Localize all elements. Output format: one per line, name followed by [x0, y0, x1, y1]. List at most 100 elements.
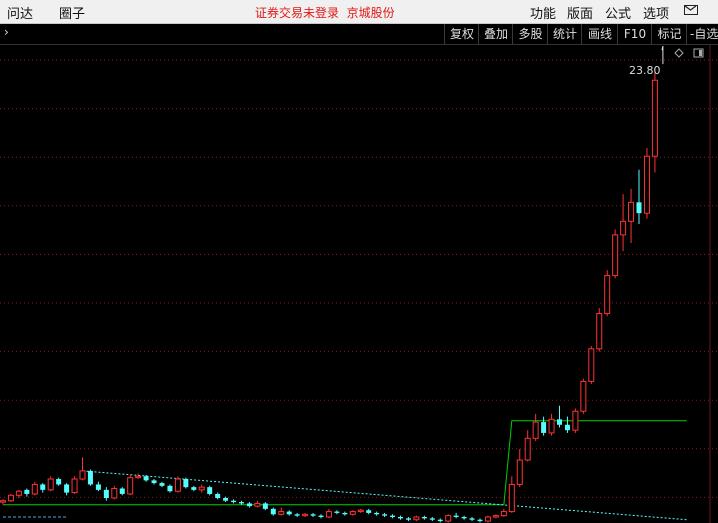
candle-body — [516, 459, 523, 485]
candle-body — [310, 514, 316, 516]
candle-body — [64, 484, 70, 493]
candle-body — [254, 502, 261, 507]
candle-body — [628, 201, 635, 222]
candle-body — [239, 502, 244, 504]
candle-body — [270, 508, 276, 515]
candle-body — [47, 478, 54, 491]
candle-body — [286, 511, 292, 515]
candle-body — [191, 487, 197, 490]
mail-icon[interactable] — [684, 5, 698, 15]
menu-item-function[interactable]: 功能 — [530, 3, 556, 22]
toolbar-button-overlay[interactable]: 叠加 — [478, 24, 513, 44]
candle-body — [532, 421, 539, 439]
stock-name: 京城股份 — [346, 6, 395, 20]
candle-body — [596, 313, 603, 350]
toolbar-button-draw-line[interactable]: 画线 — [581, 24, 618, 44]
candle-body — [24, 489, 30, 494]
chart-canvas[interactable] — [0, 45, 718, 523]
candle-body — [302, 513, 309, 517]
candle-body — [231, 500, 237, 503]
menu-bar: 问达 圈子 证券交易未登录 京城股份 功能 版面 公式 选项 — [0, 0, 718, 24]
candle-body — [429, 518, 435, 520]
candle-body — [484, 516, 491, 522]
toolbar-button-multi-stock[interactable]: 多股 — [512, 24, 548, 44]
candle-body — [15, 490, 22, 496]
candle-body — [492, 515, 499, 518]
candle-body — [246, 503, 252, 507]
candle-body — [325, 511, 332, 518]
candle-body — [477, 519, 483, 522]
candle-body — [151, 480, 157, 484]
candle-body — [87, 470, 93, 485]
candle-body — [461, 517, 467, 519]
expand-arrow-icon[interactable]: › — [4, 25, 9, 39]
candle-body — [56, 479, 62, 485]
candle-body — [174, 478, 181, 492]
login-status: 证券交易未登录 — [255, 6, 340, 20]
candle-body — [453, 515, 459, 517]
candle-body — [40, 484, 46, 490]
menu-item-wenda[interactable]: 问达 — [7, 3, 33, 22]
candle-body — [334, 511, 340, 513]
candle-body — [366, 510, 372, 513]
candle-body — [390, 515, 396, 517]
candle-body — [413, 516, 420, 521]
candlestick-chart[interactable]: 23.80 — [0, 45, 718, 523]
toolbar-button-f10[interactable]: F10 — [617, 24, 652, 44]
candle-body — [183, 479, 189, 488]
toolbar-button-mark[interactable]: 标记 — [651, 24, 687, 44]
panel-toggle-icon-fill — [699, 50, 702, 56]
menu-item-options[interactable]: 选项 — [643, 3, 669, 22]
diamond-icon — [674, 48, 684, 58]
menu-item-formula[interactable]: 公式 — [605, 3, 631, 22]
candle-body — [349, 511, 356, 515]
candle-body — [262, 503, 268, 509]
candle-body — [79, 470, 86, 480]
trend-line — [82, 470, 687, 521]
candle-body — [564, 424, 570, 431]
candle-body — [95, 484, 101, 490]
candle-body — [604, 275, 611, 315]
candle-body — [127, 477, 134, 495]
candle-body — [103, 489, 109, 499]
candle-body — [374, 512, 380, 515]
candle-body — [382, 514, 388, 516]
candle-body — [572, 410, 579, 431]
toolbar-button-restore-rights[interactable]: 复权 — [444, 24, 479, 44]
candle-body — [278, 511, 285, 515]
candle-body — [636, 202, 642, 214]
candle-body — [398, 517, 403, 519]
max-price-label: 23.80 — [629, 64, 661, 77]
candle-body — [342, 512, 348, 515]
candle-body — [620, 220, 627, 236]
candle-body — [421, 517, 427, 519]
candle-body — [643, 155, 650, 214]
candle-body — [31, 483, 38, 495]
candle-body — [207, 487, 213, 494]
candle-body — [159, 483, 165, 486]
candle-body — [215, 493, 221, 499]
candle-body — [469, 518, 475, 520]
candle-body — [167, 485, 173, 492]
candle-body — [524, 437, 531, 461]
menu-item-quanzi[interactable]: 圈子 — [59, 3, 85, 22]
candle-body — [651, 79, 658, 157]
candle-body — [318, 515, 324, 517]
toolbar-button-statistics[interactable]: 统计 — [547, 24, 582, 44]
candle-body — [541, 422, 547, 433]
candle-body — [294, 514, 300, 516]
candle-body — [588, 348, 595, 382]
candle-body — [580, 380, 587, 412]
candle-body — [7, 494, 14, 502]
candle-body — [223, 498, 229, 501]
menu-item-layout[interactable]: 版面 — [567, 3, 593, 22]
candle-body — [198, 486, 205, 491]
candle-body — [508, 483, 515, 513]
candle-body — [445, 515, 452, 522]
candle-body — [71, 478, 78, 494]
candle-body — [111, 488, 118, 499]
candle-body — [548, 418, 555, 434]
candle-body — [143, 476, 149, 481]
toolbar-button-watchlist[interactable]: -自选 — [686, 24, 718, 44]
candle-body — [0, 500, 6, 503]
